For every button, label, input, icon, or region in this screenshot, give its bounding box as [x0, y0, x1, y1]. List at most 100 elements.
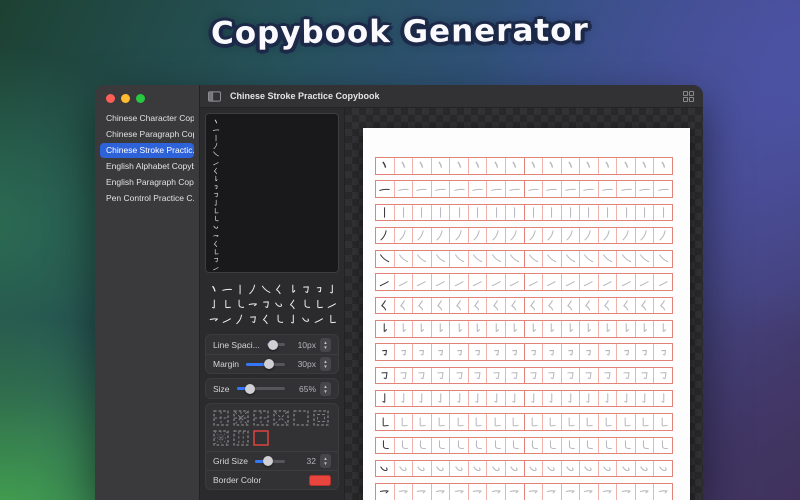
- zoom-button[interactable]: [136, 94, 145, 103]
- grid-style-option-mi-dotted[interactable]: [213, 430, 229, 446]
- practice-row-heng: [375, 180, 673, 198]
- hengzhegou-stroke-glyph: [302, 286, 309, 293]
- hengzhegou-stroke-glyph: [622, 372, 630, 380]
- dian-stroke-glyph: [475, 161, 480, 169]
- apps-grid-icon[interactable]: [682, 90, 695, 102]
- sidebar-item-6[interactable]: Pen Control Practice C...: [100, 191, 194, 206]
- sidebar-toggle-icon[interactable]: [208, 90, 221, 102]
- pie-stroke-glyph: [436, 230, 443, 241]
- na-stroke-glyph: [436, 254, 446, 263]
- practice-cell: [413, 251, 432, 267]
- grid-style-option-vertical-dashed[interactable]: [233, 430, 249, 446]
- practice-cell: [432, 274, 451, 290]
- shuzhe-stroke-glyph: [457, 417, 464, 426]
- practice-cell: [543, 484, 562, 500]
- practice-row-dian: [375, 157, 673, 175]
- grid-style-option-diagonal-dashed[interactable]: [273, 410, 289, 426]
- practice-row-hengzhegou: [375, 366, 673, 385]
- size-slider-thumb[interactable]: [245, 383, 256, 394]
- margin-row: Margin 30px ▲ ▼: [206, 354, 338, 373]
- practice-cell: [506, 484, 525, 500]
- practice-cell: [487, 321, 506, 337]
- practice-cell: [562, 344, 581, 360]
- minimize-button[interactable]: [121, 94, 130, 103]
- size-slider[interactable]: [236, 383, 285, 394]
- hengzhegou-stroke-glyph: [511, 372, 518, 380]
- close-button[interactable]: [106, 94, 115, 103]
- border-color-swatch[interactable]: [309, 474, 331, 486]
- grid-style-option-mi-dashed[interactable]: [233, 410, 249, 426]
- practice-cell: [636, 204, 655, 221]
- grid-size-stepper[interactable]: ▲ ▼: [320, 454, 331, 468]
- practice-cell: [599, 390, 618, 407]
- strokes-text-input[interactable]: [205, 113, 339, 273]
- practice-cell: [617, 437, 636, 454]
- grid-style-option-plain[interactable]: [253, 430, 269, 446]
- grid-size-slider[interactable]: [254, 456, 285, 466]
- piedian-stroke-glyph: [604, 300, 610, 311]
- traffic-lights: [95, 85, 199, 103]
- grid-style-option-empty-dashed[interactable]: [293, 410, 309, 426]
- line-spacing-value: 10px: [297, 339, 316, 350]
- practice-cell: [432, 484, 451, 500]
- shu-stroke-glyph: [458, 207, 460, 218]
- margin-slider[interactable]: [245, 359, 285, 369]
- ti-stroke-glyph: [602, 280, 612, 286]
- practice-cell: [654, 438, 672, 454]
- practice-cell: [636, 367, 655, 384]
- practice-cell: [376, 390, 395, 407]
- shuwan-stroke-glyph: [624, 440, 631, 449]
- practice-cell: [636, 158, 655, 174]
- piedian-stroke-glyph: [548, 300, 554, 311]
- practice-cell: [487, 484, 506, 500]
- shu-stroke-glyph: [495, 207, 497, 218]
- size-stepper[interactable]: ▲ ▼: [320, 381, 331, 396]
- ti-stroke-glyph: [435, 280, 445, 286]
- margin-slider-thumb[interactable]: [264, 359, 275, 369]
- shu-stroke-glyph: [644, 207, 646, 218]
- practice-cell: [376, 344, 395, 360]
- shuti-stroke-glyph: [513, 323, 518, 333]
- shuzhe-stroke-glyph: [531, 417, 538, 426]
- ti-stroke-glyph: [621, 280, 631, 286]
- hengzhegou_small-stroke-glyph: [660, 349, 666, 356]
- margin-stepper[interactable]: ▲ ▼: [320, 357, 331, 371]
- henggou-stroke-glyph: [510, 490, 519, 494]
- sidebar-item-2[interactable]: Chinese Paragraph Cop...: [100, 127, 194, 142]
- practice-row-henggou: [375, 483, 673, 500]
- line-spacing-slider-thumb[interactable]: [267, 339, 278, 350]
- grid-size-slider-thumb[interactable]: [262, 456, 273, 466]
- practice-cell: [562, 460, 581, 477]
- line-spacing-slider[interactable]: [266, 339, 285, 350]
- practice-cell: [580, 158, 599, 174]
- practice-cell: [432, 437, 451, 454]
- practice-cell: [450, 158, 469, 174]
- shuzhe-stroke-glyph: [624, 417, 631, 426]
- sidebar-item-1[interactable]: Chinese Character Cop...: [100, 111, 194, 126]
- grid-style-option-tian-dashed[interactable]: [213, 410, 229, 426]
- practice-cell: [432, 460, 451, 477]
- piedian-stroke-glyph: [585, 300, 591, 311]
- heng-stroke-glyph: [658, 188, 669, 191]
- sidebar-item-3[interactable]: Chinese Stroke Practic...: [100, 143, 194, 158]
- practice-cell: [525, 181, 544, 197]
- dian-stroke-glyph: [661, 161, 665, 169]
- practice-cell: [376, 181, 395, 197]
- wogou-stroke-glyph: [399, 466, 407, 472]
- grid-style-option-hui-dashed[interactable]: [313, 410, 329, 426]
- desktop-background: Copybook Generator Chinese Character Cop…: [0, 0, 800, 500]
- piedian-stroke-glyph: [492, 300, 498, 311]
- practice-cell: [580, 437, 599, 454]
- line-spacing-stepper[interactable]: ▲ ▼: [320, 337, 331, 352]
- shuti-stroke-glyph: [421, 323, 425, 333]
- practice-cell: [525, 274, 544, 290]
- shuti-stroke-glyph: [643, 323, 647, 333]
- grid-group: Grid Size 32 ▲ ▼ Border Color: [205, 403, 339, 490]
- sidebar-item-5[interactable]: English Paragraph Copy...: [100, 175, 194, 190]
- practice-cell: [395, 158, 414, 174]
- sidebar-item-4[interactable]: English Alphabet Copyb...: [100, 159, 194, 174]
- shuwan-stroke-glyph: [568, 440, 575, 449]
- grid-style-option-cross-dashed[interactable]: [253, 410, 269, 426]
- shuti-stroke-glyph: [495, 323, 499, 333]
- size-row: Size 65% ▲ ▼: [206, 379, 338, 398]
